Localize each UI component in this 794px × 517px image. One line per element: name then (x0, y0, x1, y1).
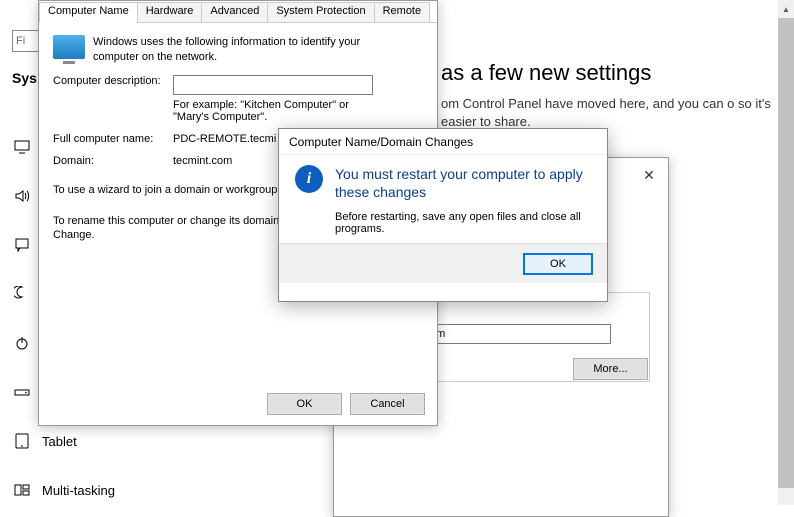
sidebar-item-multitask[interactable]: Multi-tasking (14, 480, 115, 500)
sysprop-intro: Windows uses the following information t… (93, 35, 393, 65)
sidebar-item-tablet[interactable]: Tablet (14, 431, 77, 451)
find-setting-input[interactable]: Fi (12, 30, 40, 52)
close-icon[interactable]: ✕ (636, 164, 662, 186)
power-icon (14, 335, 30, 351)
page-heading: as a few new settings (441, 60, 651, 86)
desc-hint: For example: "Kitchen Computer" or "Mary… (173, 99, 383, 123)
modal-message: Before restarting, save any open files a… (335, 211, 591, 235)
storage-icon (14, 384, 30, 400)
page-description: om Control Panel have moved here, and yo… (441, 95, 781, 131)
restart-required-dialog: Computer Name/Domain Changes i You must … (278, 128, 608, 302)
tab-hardware[interactable]: Hardware (137, 2, 203, 23)
tab-computer-name[interactable]: Computer Name (39, 2, 138, 23)
notifications-icon (14, 237, 30, 253)
sound-icon (14, 188, 30, 204)
scroll-thumb[interactable] (778, 18, 794, 488)
tab-remote[interactable]: Remote (374, 2, 431, 23)
display-icon (14, 139, 30, 155)
sidebar-heading: Sys (12, 70, 37, 86)
tab-advanced[interactable]: Advanced (201, 2, 268, 23)
sysprop-tabs: Computer Name Hardware Advanced System P… (39, 1, 437, 23)
modal-ok-button[interactable]: OK (523, 253, 593, 275)
sidebar-item-display[interactable] (14, 137, 30, 157)
sysprop-cancel-button[interactable]: Cancel (350, 393, 425, 415)
tablet-icon (14, 433, 30, 449)
sidebar-item-notifications[interactable] (14, 235, 30, 255)
sidebar-item-focus[interactable] (14, 284, 30, 304)
sidebar-item-label: Multi-tasking (42, 483, 115, 498)
multitask-icon (14, 482, 30, 498)
info-icon: i (295, 165, 323, 193)
modal-heading: You must restart your computer to apply … (335, 165, 591, 201)
fullname-label: Full computer name: (53, 133, 173, 145)
computer-icon (53, 35, 85, 59)
vertical-scrollbar[interactable]: ▲ (778, 0, 794, 505)
computer-description-input[interactable] (173, 75, 373, 95)
desc-label: Computer description: (53, 75, 173, 95)
sidebar-item-label: Tablet (42, 434, 77, 449)
scroll-up-button[interactable]: ▲ (778, 0, 794, 18)
sidebar-item-power[interactable] (14, 333, 30, 353)
tab-system-protection[interactable]: System Protection (267, 2, 374, 23)
sidebar-item-sound[interactable] (14, 186, 30, 206)
modal-title: Computer Name/Domain Changes (279, 129, 607, 155)
focus-icon (14, 286, 30, 302)
sysprop-ok-button[interactable]: OK (267, 393, 342, 415)
sidebar-item-storage[interactable] (14, 382, 30, 402)
domain-label: Domain: (53, 155, 173, 167)
